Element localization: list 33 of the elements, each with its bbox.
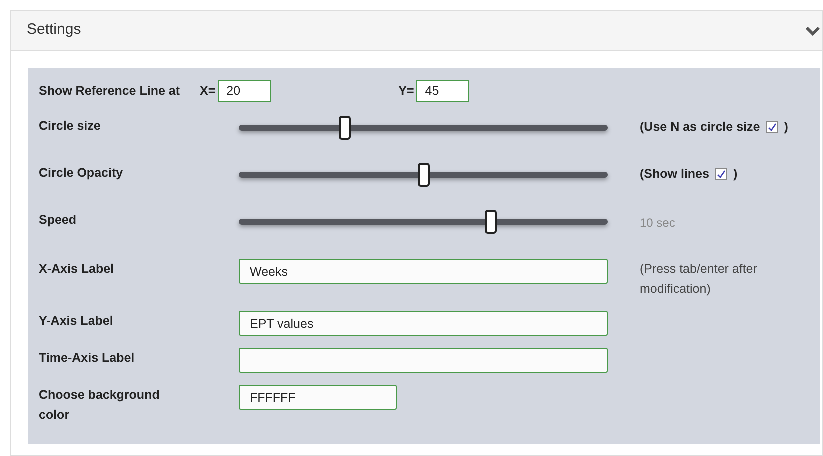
slider-thumb[interactable] (418, 163, 430, 187)
y-input[interactable]: 45 (416, 80, 470, 102)
speed-reading: 10 sec (640, 215, 676, 232)
row-label: X-Axis Label (39, 261, 116, 278)
text-input[interactable]: Weeks (239, 259, 608, 284)
option-label: (Use N as circle size (640, 119, 760, 136)
panel-header[interactable]: Settings (11, 11, 822, 51)
axis-label: X= (200, 82, 216, 100)
slider[interactable] (239, 210, 608, 234)
row-label: Time-Axis Label (39, 350, 136, 367)
text-input[interactable]: EPT values (239, 311, 608, 336)
checkbox[interactable] (766, 121, 778, 134)
option-label: (Show lines (640, 166, 710, 183)
slider-thumb[interactable] (485, 210, 498, 234)
option-label: ) (784, 119, 788, 136)
row-label: Y-Axis Label (39, 313, 114, 330)
option-label: ) (733, 166, 738, 183)
checkbox[interactable] (715, 168, 728, 180)
panel-title: Settings (27, 20, 82, 40)
row-label: Circle size (39, 118, 102, 135)
row-label: Circle Opacity (39, 165, 124, 182)
x-input[interactable]: 20 (218, 80, 271, 102)
slider-thumb[interactable] (338, 116, 351, 140)
axis-label: Y= (398, 82, 414, 100)
slider[interactable] (239, 163, 608, 187)
slider[interactable] (239, 116, 608, 140)
hint-text: (Press tab/enter after modification) (640, 261, 758, 298)
chevron-down-icon[interactable] (806, 26, 820, 36)
color-input[interactable]: FFFFFF (239, 385, 397, 410)
row-label: Choose background color (39, 387, 161, 424)
text-input[interactable] (239, 348, 608, 373)
row-label: Speed (39, 212, 78, 229)
row-label: Show Reference Line at (39, 82, 182, 100)
